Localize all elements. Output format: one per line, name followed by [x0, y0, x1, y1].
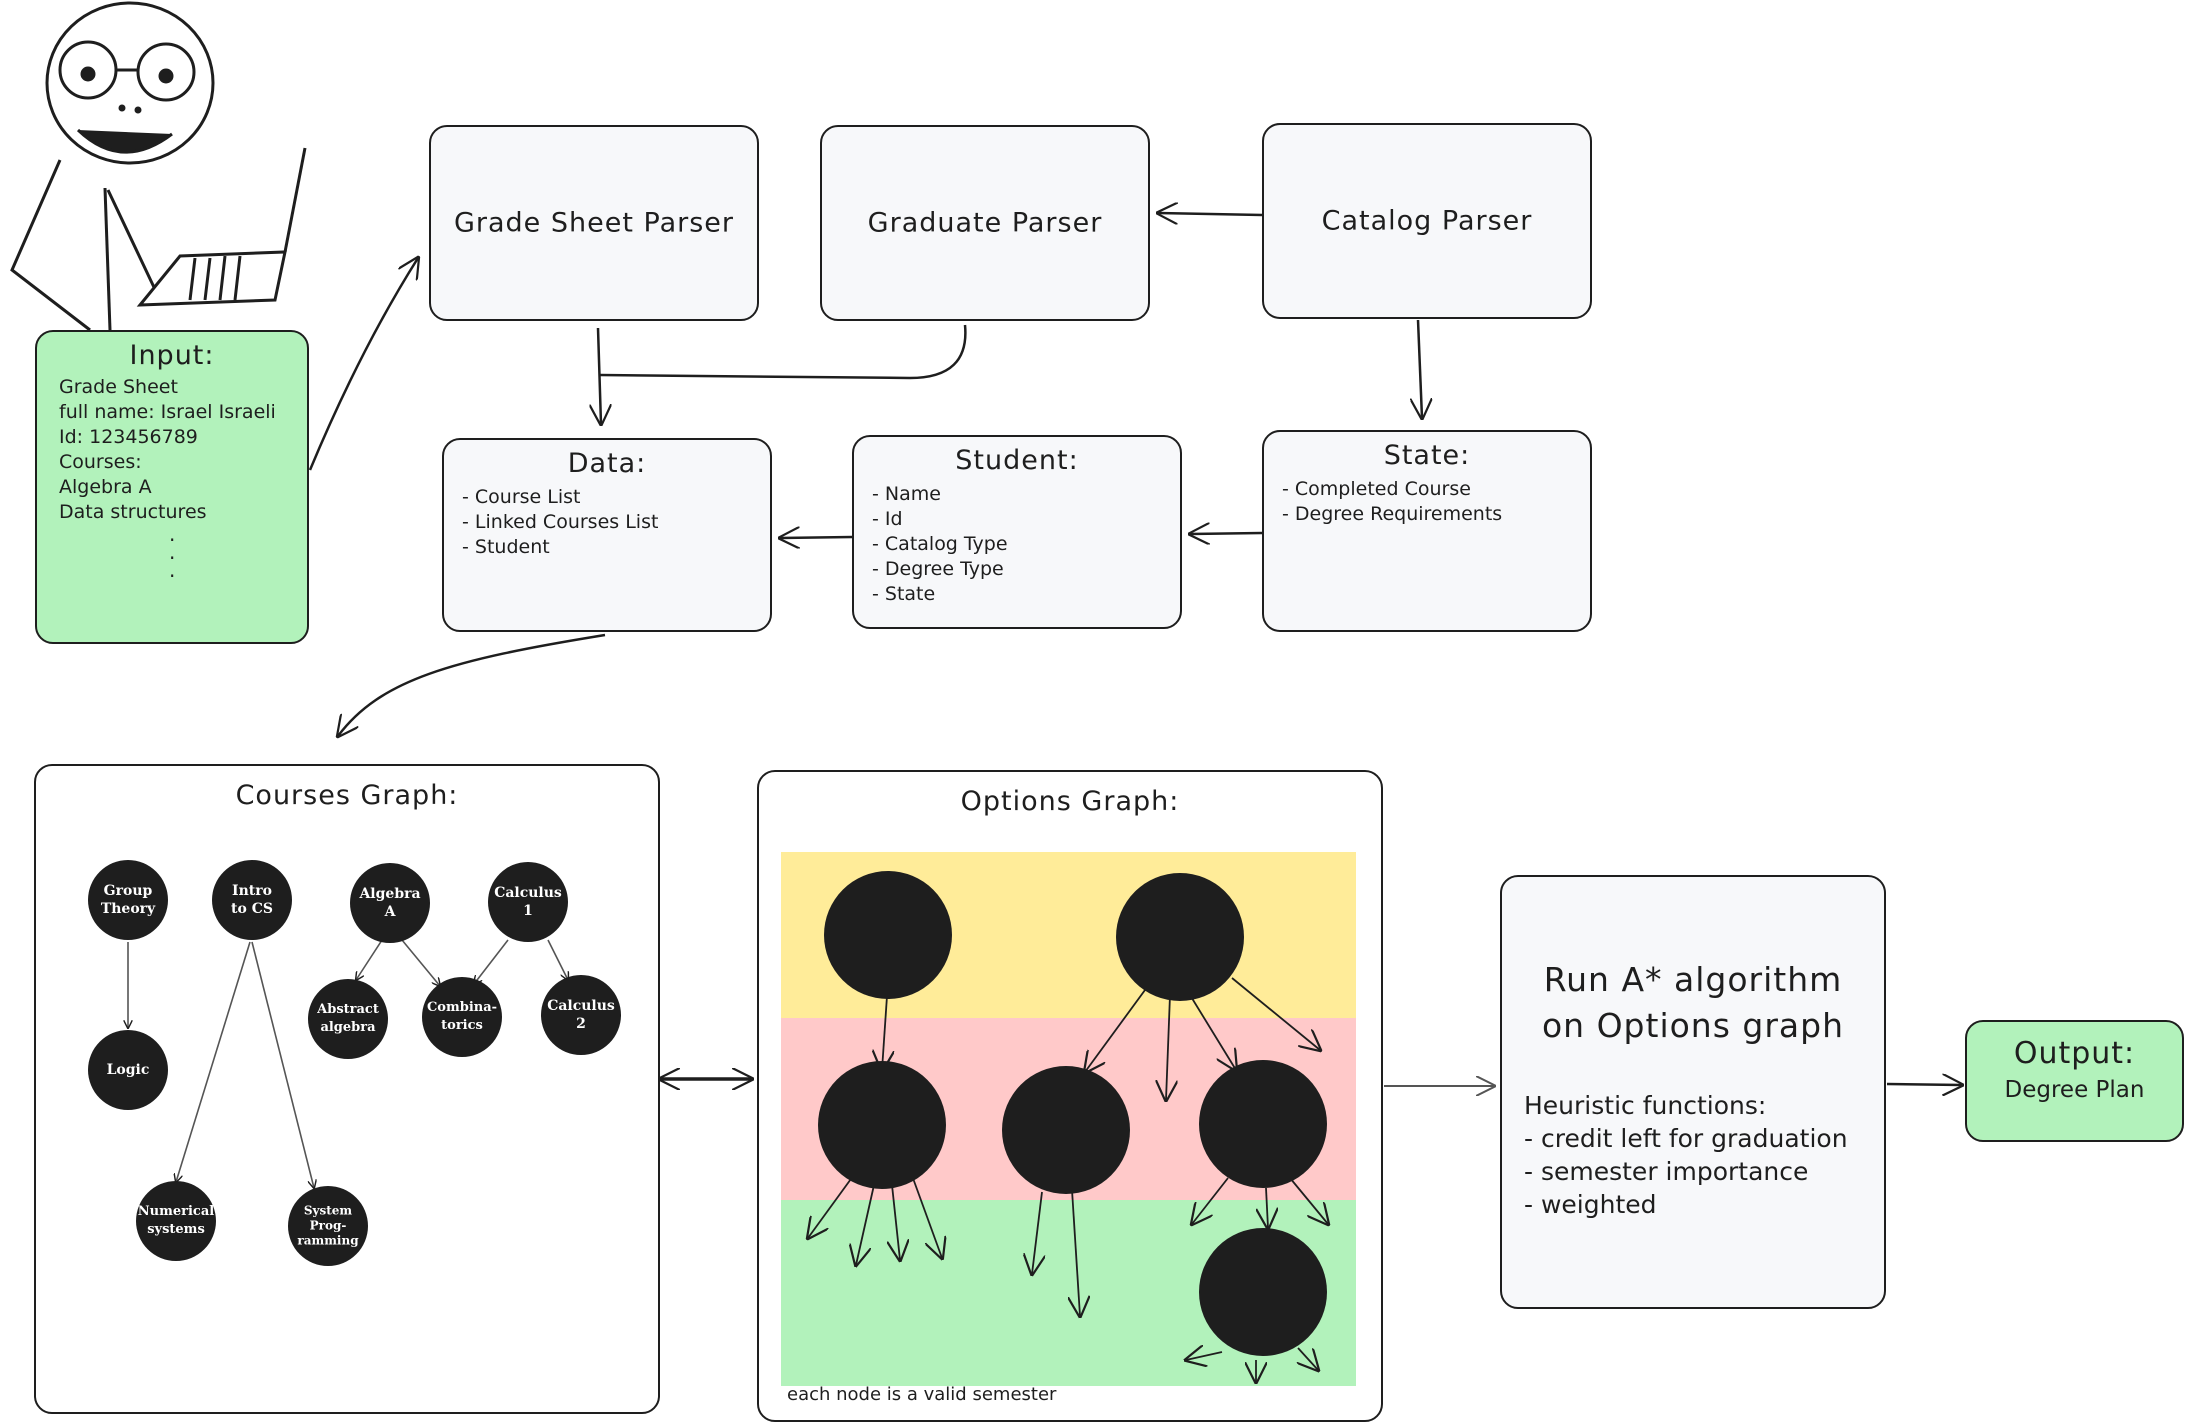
data-title: Data:	[567, 448, 647, 479]
input-dot: .	[169, 558, 176, 582]
state-title: State:	[1383, 440, 1471, 471]
courses-graph-title: Courses Graph:	[235, 780, 459, 811]
input-line: Id: 123456789	[59, 426, 198, 448]
catalog-parser-label: Catalog Parser	[1321, 205, 1533, 237]
label-combinatorics: Combina- torics	[426, 1000, 498, 1033]
data-items: Course List Linked Courses List Student	[462, 485, 770, 560]
student-item: Catalog Type	[872, 532, 1180, 557]
input-title: Input:	[129, 340, 215, 371]
data-item: Course List	[462, 485, 770, 510]
input-line: Data structures	[59, 501, 207, 523]
label-abstract-algebra: Abstract algebra	[317, 1002, 379, 1035]
student-item: Degree Type	[872, 557, 1180, 582]
output-box: Output: Degree Plan	[1965, 1020, 2184, 1142]
graduate-parser-box: Graduate Parser	[820, 125, 1150, 321]
state-item: Degree Requirements	[1282, 502, 1590, 527]
label-algebra-a: Algebra A	[359, 886, 421, 920]
heuristic-item: - weighted	[1524, 1190, 1657, 1219]
astar-title-line: on Options graph	[1541, 1006, 1844, 1045]
grade-sheet-parser-box: Grade Sheet Parser	[429, 125, 759, 321]
data-item: Linked Courses List	[462, 510, 770, 535]
input-line: Algebra A	[59, 476, 152, 498]
label-intro-cs: Intro to CS	[231, 883, 273, 917]
options-graph-box: Options Graph: each node is a valid seme…	[757, 770, 1383, 1422]
options-graph-caption: each node is a valid semester	[787, 1384, 1057, 1405]
label-system-programming: System Prog- ramming	[297, 1203, 359, 1248]
input-line: Grade Sheet	[59, 376, 178, 398]
heuristics-title: Heuristic functions:	[1524, 1091, 1767, 1120]
astar-title-line: Run A* algorithm	[1543, 960, 1843, 999]
input-dot: .	[169, 522, 176, 546]
heuristics: Heuristic functions: - credit left for g…	[1524, 1089, 1884, 1221]
input-lines: Grade Sheet full name: Israel Israeli Id…	[59, 375, 307, 582]
input-dot: .	[169, 540, 176, 564]
data-box: Data: Course List Linked Courses List St…	[442, 438, 772, 632]
label-numerical-systems: Numerical systems	[137, 1204, 215, 1237]
input-line: Courses:	[59, 451, 142, 473]
student-items: Name Id Catalog Type Degree Type State	[872, 482, 1180, 607]
courses-graph-box: Courses Graph:	[34, 764, 660, 1414]
data-item: Student	[462, 535, 770, 560]
student-item: State	[872, 582, 1180, 607]
heuristic-item: - credit left for graduation	[1524, 1124, 1848, 1153]
astar-title: Run A* algorithm on Options graph	[1502, 957, 1884, 1049]
state-item: Completed Course	[1282, 477, 1590, 502]
label-group-theory: Group Theory	[100, 883, 156, 917]
student-item: Name	[872, 482, 1180, 507]
student-title: Student:	[955, 445, 1079, 476]
heuristic-item: - semester importance	[1524, 1157, 1809, 1186]
state-items: Completed Course Degree Requirements	[1282, 477, 1590, 527]
grade-sheet-parser-label: Grade Sheet Parser	[453, 207, 735, 239]
label-calculus-2: Calculus 2	[547, 998, 615, 1032]
input-line: full name: Israel Israeli	[59, 401, 276, 423]
person-sketch	[10, 1, 307, 332]
label-logic: Logic	[106, 1062, 150, 1078]
student-item: Id	[872, 507, 1180, 532]
state-box: State: Completed Course Degree Requireme…	[1262, 430, 1592, 632]
output-title: Output:	[2013, 1036, 2136, 1071]
student-box: Student: Name Id Catalog Type Degree Typ…	[852, 435, 1182, 629]
output-value: Degree Plan	[2004, 1077, 2145, 1103]
graduate-parser-label: Graduate Parser	[867, 207, 1103, 239]
input-box: Input: Grade Sheet full name: Israel Isr…	[35, 330, 309, 644]
options-graph-title: Options Graph:	[960, 786, 1180, 817]
astar-box: Run A* algorithm on Options graph Heuris…	[1500, 875, 1886, 1309]
catalog-parser-box: Catalog Parser	[1262, 123, 1592, 319]
label-calculus-1: Calculus 1	[494, 885, 562, 919]
